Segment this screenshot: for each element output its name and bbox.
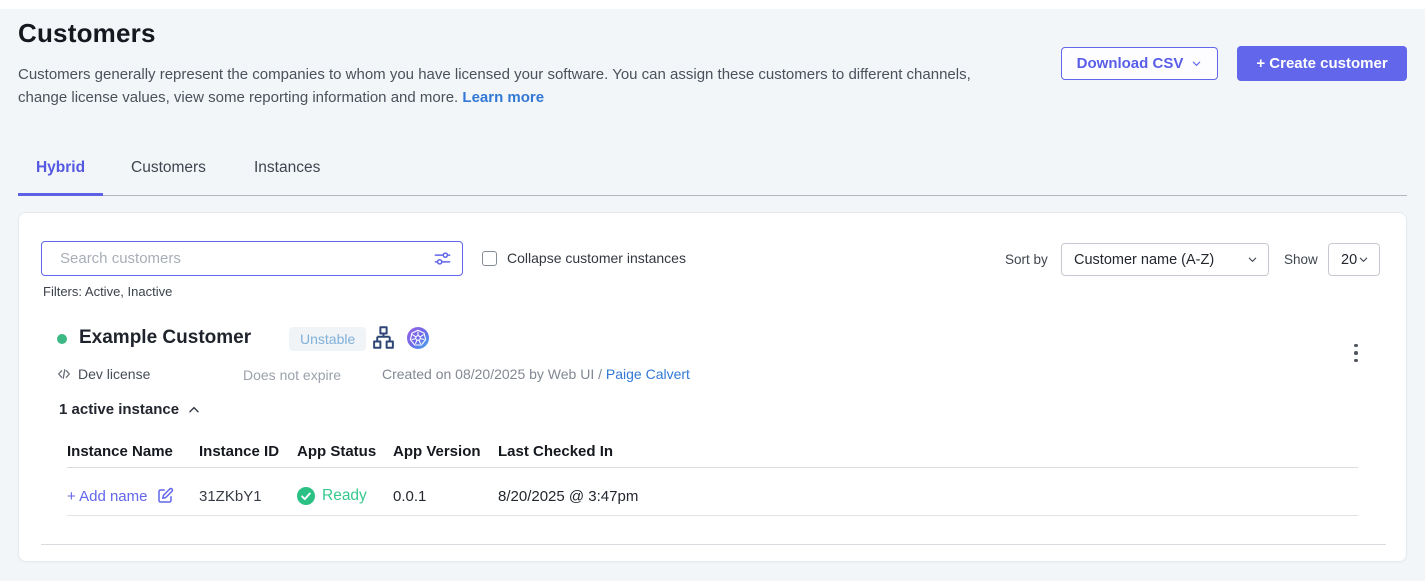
code-icon — [56, 366, 72, 382]
page-description: Customers generally represent the compan… — [18, 64, 993, 109]
customer-menu-button[interactable] — [1347, 339, 1365, 367]
table-divider — [67, 467, 1358, 468]
kebab-icon — [1354, 344, 1358, 348]
col-last-checked-in: Last Checked In — [498, 443, 1358, 460]
app-status-label: Ready — [322, 487, 367, 505]
created-text: Created on 08/20/2025 by Web UI / — [382, 366, 602, 382]
search-input[interactable] — [41, 241, 463, 276]
customers-panel: Filters: Active, Inactive Collapse custo… — [18, 212, 1407, 562]
learn-more-link[interactable]: Learn more — [462, 89, 544, 106]
show-label: Show — [1284, 252, 1318, 267]
instance-id: 31ZKbY1 — [199, 488, 297, 505]
chevron-up-icon — [187, 403, 201, 417]
col-instance-name: Instance Name — [67, 443, 199, 460]
chevron-down-icon — [1358, 254, 1369, 265]
license-type-label: Dev license — [78, 366, 150, 382]
sitemap-icon[interactable] — [371, 325, 396, 350]
download-csv-button[interactable]: Download CSV — [1061, 47, 1218, 80]
kubernetes-icon[interactable] — [407, 327, 429, 349]
filter-sliders-icon[interactable] — [433, 249, 452, 268]
active-tab-underline — [18, 193, 103, 196]
page-title: Customers — [18, 18, 156, 49]
tab-hybrid[interactable]: Hybrid — [18, 159, 103, 177]
sort-select[interactable]: Customer name (A-Z) — [1061, 243, 1269, 276]
create-customer-label: + Create customer — [1256, 55, 1387, 72]
tab-instances[interactable]: Instances — [254, 159, 320, 177]
sort-selected-value: Customer name (A-Z) — [1074, 252, 1214, 268]
created-info: Created on 08/20/2025 by Web UI / Paige … — [382, 366, 690, 382]
app-version: 0.0.1 — [393, 488, 498, 505]
show-selected-value: 20 — [1341, 252, 1357, 268]
tab-bar-divider — [18, 195, 1407, 196]
collapse-instances-control: Collapse customer instances — [482, 250, 686, 266]
download-csv-label: Download CSV — [1077, 55, 1184, 72]
chevron-down-icon — [1191, 58, 1202, 69]
add-name-link[interactable]: + Add name — [67, 488, 147, 505]
tab-customers[interactable]: Customers — [131, 159, 206, 177]
check-circle-icon — [297, 487, 315, 505]
col-app-status: App Status — [297, 443, 393, 460]
sort-by-label: Sort by — [1005, 252, 1048, 267]
table-divider — [67, 515, 1358, 516]
col-instance-id: Instance ID — [199, 443, 297, 460]
collapse-instances-label: Collapse customer instances — [507, 250, 686, 266]
instance-name-cell: + Add name — [67, 487, 199, 505]
app-status-cell: Ready — [297, 487, 393, 505]
show-select[interactable]: 20 — [1328, 243, 1380, 276]
channel-badge[interactable]: Unstable — [289, 327, 366, 351]
col-app-version: App Version — [393, 443, 498, 460]
customers-page: Customers Customers generally represent … — [0, 0, 1425, 581]
filters-summary: Filters: Active, Inactive — [43, 284, 172, 299]
active-status-dot — [57, 334, 67, 344]
instances-table-header: Instance Name Instance ID App Status App… — [67, 443, 1358, 460]
license-type: Dev license — [56, 366, 150, 382]
license-expiration: Does not expire — [243, 367, 341, 383]
search-wrapper — [41, 241, 463, 276]
created-by-link[interactable]: Paige Calvert — [606, 366, 690, 382]
customer-divider — [41, 544, 1386, 545]
customer-name[interactable]: Example Customer — [79, 327, 251, 349]
kebab-icon — [1354, 359, 1358, 363]
last-checked-in: 8/20/2025 @ 3:47pm — [498, 488, 1358, 505]
instances-toggle[interactable]: 1 active instance — [59, 401, 201, 418]
chevron-down-icon — [1247, 254, 1258, 265]
instances-summary: 1 active instance — [59, 401, 179, 418]
collapse-instances-checkbox[interactable] — [482, 251, 497, 266]
instance-row: + Add name 31ZKbY1 Ready 0.0.1 8/20/2025… — [67, 481, 1358, 511]
kebab-icon — [1354, 351, 1358, 355]
top-strip — [0, 0, 1425, 9]
create-customer-button[interactable]: + Create customer — [1237, 46, 1407, 81]
edit-icon[interactable] — [156, 487, 174, 505]
